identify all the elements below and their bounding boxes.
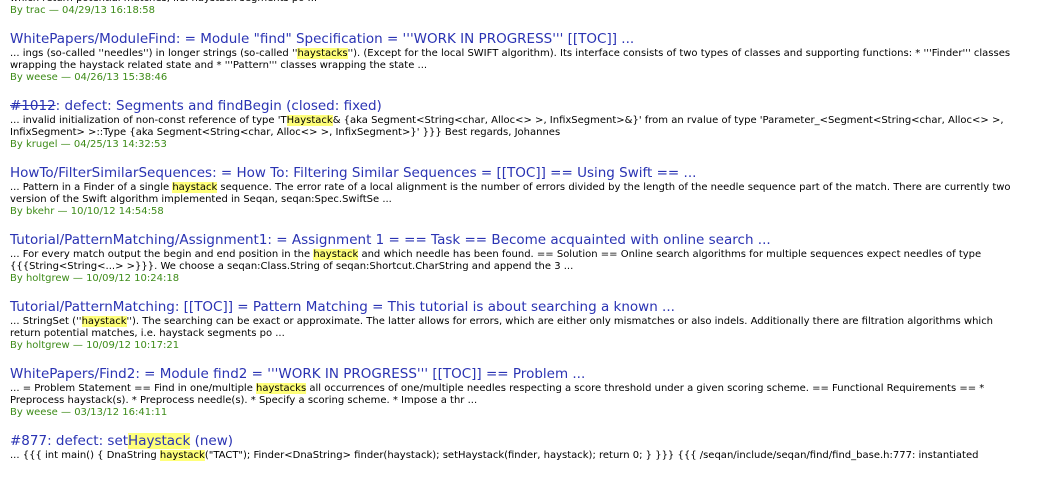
search-result: WhitePapers/ModuleFind: = Module "find" … [10,31,1020,84]
result-title-link[interactable]: #877: defect: setHaystack (new) [10,433,1020,450]
excerpt-text: ... {{{ int main() { DnaString [10,450,160,461]
ticket-number-closed: #1012 [10,98,56,114]
excerpt-text: ... StringSet ('' [10,316,82,327]
result-meta: By holtgrew — 10/09/12 10:17:21 [10,340,1020,352]
search-results: which return potential matches, i.e. hay… [10,0,1020,462]
result-author: weese [25,72,58,83]
search-result: Tutorial/PatternMatching/Assignment1: = … [10,232,1020,285]
result-author: holtgrew [25,340,70,351]
result-date: 03/13/12 16:41:11 [74,407,168,418]
excerpt-text: ... Pattern in a Finder of a single [10,182,173,193]
title-text: WhitePapers/ModuleFind: = Module "find" … [10,31,635,47]
result-title-link[interactable]: HowTo/FilterSimilarSequences: = How To: … [10,165,1020,182]
meta-by-label: By [10,5,26,16]
search-term-highlight: haystack [313,249,359,260]
result-excerpt: ... StringSet (''haystack''). The search… [10,316,1020,340]
meta-separator: — [54,206,71,217]
meta-separator: — [57,72,75,83]
search-term-highlight: Haystack [286,115,333,126]
search-term-highlight: Haystack [128,433,191,449]
search-result: HowTo/FilterSimilarSequences: = How To: … [10,165,1020,218]
meta-by-label: By [10,206,26,217]
search-term-highlight: haystacks [256,383,307,394]
title-text: (new) [190,433,234,449]
title-text: HowTo/FilterSimilarSequences: = How To: … [10,165,697,181]
result-date: 04/25/13 14:32:53 [73,139,167,150]
result-author: krugel [25,139,58,150]
result-date: 10/09/12 10:24:18 [86,273,180,284]
result-excerpt: ... = Problem Statement == Find in one/m… [10,383,1020,407]
meta-by-label: By [10,139,26,150]
result-title-link[interactable]: Tutorial/PatternMatching/Assignment1: = … [10,232,1020,249]
result-date: 10/09/12 10:17:21 [86,340,180,351]
search-term-highlight: haystacks [297,48,348,59]
result-meta: By bkehr — 10/10/12 14:54:58 [10,206,1020,218]
result-meta: By weese — 04/26/13 15:38:46 [10,72,1020,84]
excerpt-text: ... = Problem Statement == Find in one/m… [10,383,257,394]
meta-by-label: By [10,407,26,418]
result-author: trac [25,5,46,16]
search-result: #877: defect: setHaystack (new)... {{{ i… [10,433,1020,462]
excerpt-text: ... invalid initialization of non-const … [10,115,287,126]
meta-separator: — [69,340,87,351]
excerpt-text: ... ings (so-called ''needles'') in long… [10,48,298,59]
search-result: which return potential matches, i.e. hay… [10,0,1020,17]
result-meta: By trac — 04/29/13 16:18:58 [10,5,1020,17]
title-text: WhitePapers/Find2: = Module find2 = '''W… [10,366,586,382]
result-title-link[interactable]: Tutorial/PatternMatching: [[TOC]] = Patt… [10,299,1020,316]
search-term-highlight: haystack [172,182,218,193]
result-meta: By weese — 03/13/12 16:41:11 [10,407,1020,419]
result-excerpt: ... ings (so-called ''needles'') in long… [10,48,1020,72]
result-excerpt: ... invalid initialization of non-const … [10,115,1020,139]
result-title-link[interactable]: #1012: defect: Segments and findBegin (c… [10,98,1020,115]
result-title-link[interactable]: WhitePapers/Find2: = Module find2 = '''W… [10,366,1020,383]
result-date: 10/10/12 14:54:58 [70,206,164,217]
title-text: Tutorial/PatternMatching: [[TOC]] = Patt… [10,299,675,315]
title-text: #877: defect: set [10,433,129,449]
search-result: WhitePapers/Find2: = Module find2 = '''W… [10,366,1020,419]
result-title-link[interactable]: WhitePapers/ModuleFind: = Module "find" … [10,31,1020,48]
title-text: Tutorial/PatternMatching/Assignment1: = … [10,232,771,248]
search-term-highlight: haystack [159,450,205,461]
excerpt-text: ("TACT"); Finder<DnaString> finder(hayst… [204,450,979,461]
meta-separator: — [57,407,75,418]
excerpt-text: which return potential matches, i.e. hay… [10,0,317,4]
meta-separator: — [57,139,74,150]
result-author: weese [25,407,58,418]
excerpt-text: ... For every match output the begin and… [10,249,314,260]
meta-by-label: By [10,273,26,284]
result-excerpt: ... Pattern in a Finder of a single hays… [10,182,1020,206]
result-meta: By holtgrew — 10/09/12 10:24:18 [10,273,1020,285]
result-author: holtgrew [25,273,70,284]
result-author: bkehr [25,206,55,217]
result-date: 04/26/13 15:38:46 [74,72,168,83]
meta-separator: — [45,5,62,16]
meta-by-label: By [10,340,26,351]
result-date: 04/29/13 16:18:58 [62,5,156,16]
search-result: Tutorial/PatternMatching: [[TOC]] = Patt… [10,299,1020,352]
result-excerpt: ... {{{ int main() { DnaString haystack(… [10,450,1020,462]
result-excerpt: ... For every match output the begin and… [10,249,1020,273]
meta-separator: — [69,273,87,284]
excerpt-text: ''). The searching can be exact or appro… [10,316,994,339]
search-term-highlight: haystack [81,316,127,327]
result-meta: By krugel — 04/25/13 14:32:53 [10,139,1020,151]
search-result: #1012: defect: Segments and findBegin (c… [10,98,1020,151]
meta-by-label: By [10,72,26,83]
title-text: : defect: Segments and findBegin (closed… [55,98,382,114]
